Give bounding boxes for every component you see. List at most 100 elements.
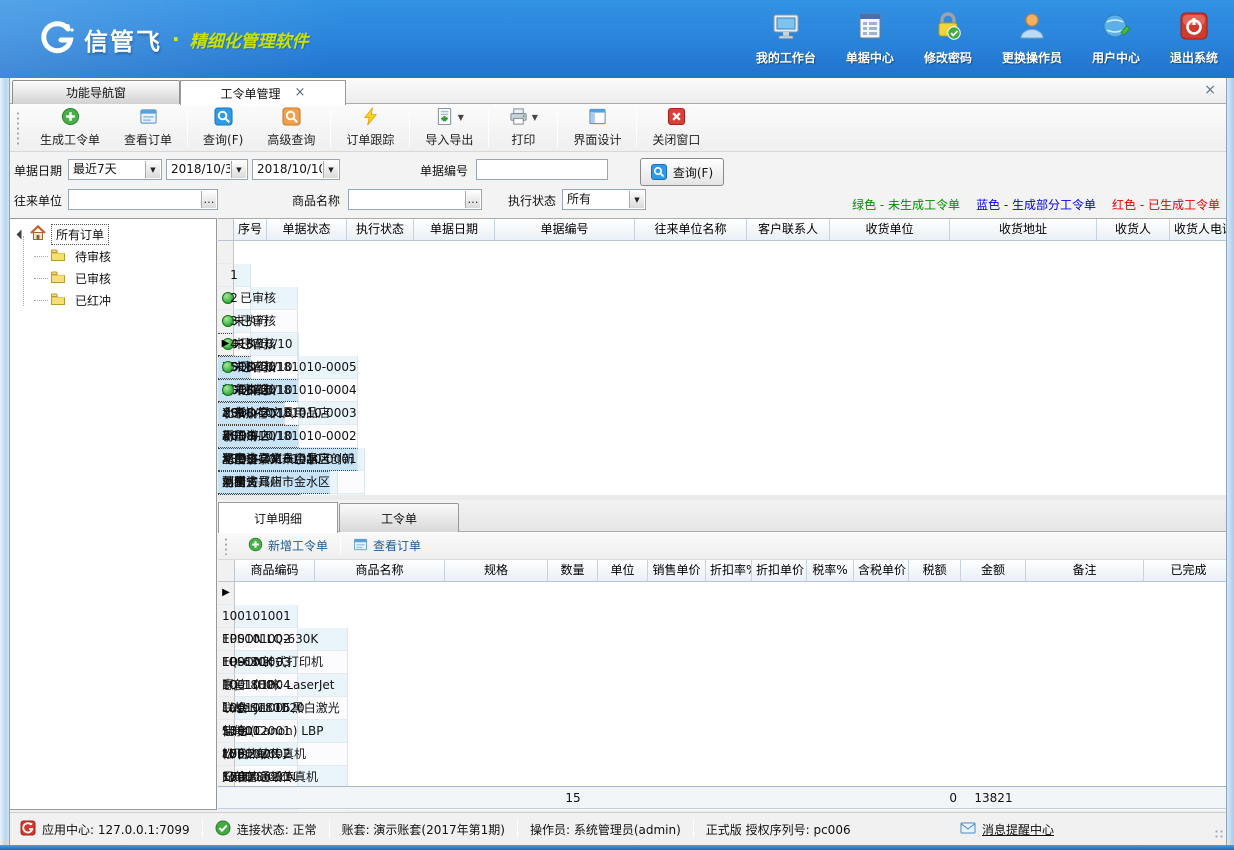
column-header[interactable]: 销售单价 <box>648 560 706 582</box>
table-row[interactable]: 100101003惠普（HP）LaserJetLaserJet 10201台17… <box>218 628 1226 651</box>
tab-workorder[interactable]: 工令单 <box>339 503 459 532</box>
column-header[interactable]: 数量 <box>548 560 598 582</box>
cell: 100101001 <box>218 605 298 628</box>
tree-item-待审核[interactable]: 待审核 <box>10 245 216 267</box>
column-header[interactable] <box>218 219 234 241</box>
import-export-button[interactable]: ▼导入导出 <box>413 105 485 151</box>
table-row[interactable]: ▶5已审核未执行2018/10/10XSDD-20181010-0001蓝猫文具… <box>218 333 1226 356</box>
table-row[interactable]: 100101004联想 S1801 黑白激光S18011台15100150150… <box>218 651 1226 674</box>
column-header[interactable]: 客户联系人 <box>747 219 830 241</box>
view-order-button[interactable]: 查看订单 <box>112 105 184 151</box>
print-button[interactable]: ▼打印 <box>492 105 554 151</box>
tab-workorder-mgmt[interactable]: 工令单管理 × <box>180 80 346 105</box>
chevron-down-icon[interactable]: ▼ <box>323 161 338 178</box>
ellipsis-picker-icon[interactable]: … <box>201 191 216 208</box>
column-header[interactable]: 已完成 <box>1144 560 1226 582</box>
chevron-down-icon[interactable]: ▼ <box>532 113 538 122</box>
column-header[interactable]: 执行状态 <box>347 219 414 241</box>
chevron-down-icon[interactable]: ▼ <box>629 191 644 208</box>
query-button[interactable]: 查询(F) <box>640 158 724 186</box>
view-order-button[interactable]: 查看订单 <box>345 534 429 558</box>
chevron-down-icon[interactable]: ▼ <box>231 161 246 178</box>
column-header[interactable]: 收货人电话 <box>1170 219 1226 241</box>
table-row[interactable]: 100102002兄弟普通纸传真机FAX-8881台17401001740017… <box>218 720 1226 743</box>
generate-workorder-button[interactable]: 生成工令单 <box>28 105 112 151</box>
document-center-button[interactable]: 单据中心 <box>846 10 894 66</box>
partner-input[interactable]: … <box>68 189 218 210</box>
column-header[interactable]: 序号 <box>234 219 267 241</box>
ui-design-button[interactable]: 界面设计 <box>561 105 633 151</box>
chevron-down-icon[interactable]: ▼ <box>458 113 464 122</box>
tree-item-已红冲[interactable]: 已红冲 <box>10 289 216 311</box>
resize-grip[interactable] <box>1214 829 1224 839</box>
column-header[interactable] <box>218 560 235 582</box>
table-row[interactable]: ▶100101001EPSON LQ-630KLQ-630K1台13001001… <box>218 582 1226 605</box>
tree-item-all-orders[interactable]: 所有订单 <box>10 223 216 245</box>
query-button[interactable]: 查询(F) <box>191 105 255 151</box>
column-header[interactable]: 单据日期 <box>414 219 495 241</box>
tabstrip-close-icon[interactable]: × <box>1204 83 1216 97</box>
detail-toolbar: 新增工令单查看订单 <box>218 532 1226 560</box>
monitor-icon <box>770 10 802 45</box>
exit-system-button[interactable]: 退出系统 <box>1170 10 1218 66</box>
column-header[interactable]: 折扣率% <box>706 560 752 582</box>
add-workorder-button[interactable]: 新增工令单 <box>240 534 336 558</box>
order-tracking-button[interactable]: 订单跟踪 <box>334 105 406 151</box>
my-workbench-button[interactable]: 我的工作台 <box>756 10 816 66</box>
button-label: 关闭窗口 <box>652 131 700 148</box>
column-header[interactable]: 折扣单价 <box>752 560 807 582</box>
order-no-label: 单据编号 <box>420 161 468 181</box>
order-no-input[interactable] <box>476 159 608 180</box>
tree-item-已审核[interactable]: 已审核 <box>10 267 216 289</box>
switch-operator-button[interactable]: 更换操作员 <box>1002 10 1062 66</box>
toolbar-grip[interactable] <box>16 111 20 145</box>
tab-close-icon[interactable]: × <box>295 88 306 98</box>
expander-icon[interactable] <box>17 229 27 239</box>
table-row[interactable]: 2已审核未执行2018/10/10XSDD-20181010-0004北京小学文… <box>218 264 1226 287</box>
tab-order-detail[interactable]: 订单明细 <box>218 502 338 533</box>
advanced-query-button[interactable]: 高级查询 <box>255 105 327 151</box>
plus-circle-icon <box>248 537 263 555</box>
table-row[interactable]: 3已审核未执行2018/10/10XSDD-20181010-0003马国涛马国… <box>218 287 1226 310</box>
column-header[interactable]: 商品名称 <box>315 560 445 582</box>
column-header[interactable]: 含税单价 <box>854 560 909 582</box>
column-header[interactable]: 单据编号 <box>495 219 635 241</box>
column-header[interactable]: 金额 <box>961 560 1026 582</box>
table-row[interactable]: 1已审核未执行2018/10/10XSDD-20181010-0005新华书店小… <box>218 241 1226 264</box>
column-header[interactable]: 单位 <box>598 560 648 582</box>
column-header[interactable]: 商品编码 <box>235 560 315 582</box>
user-center-button[interactable]: 用户中心 <box>1092 10 1140 66</box>
tab-strip: 功能导航窗 工令单管理 × × <box>10 78 1226 104</box>
column-header[interactable]: 税率% <box>807 560 854 582</box>
date-to-select[interactable]: 2018/10/10▼ <box>252 159 340 180</box>
column-header[interactable]: 单据状态 <box>267 219 347 241</box>
app-logo-icon <box>38 20 76 58</box>
toolbar-grip[interactable] <box>224 537 228 555</box>
date-from-select[interactable]: 2018/10/3▼ <box>166 159 248 180</box>
folder-icon <box>50 291 66 310</box>
toolbar-separator <box>340 537 341 555</box>
amount-total: 13821 <box>961 787 1026 809</box>
column-header[interactable]: 税额 <box>909 560 961 582</box>
table-row[interactable]: 100101002EPSON针式打印机LQ-1800K1台17501001750… <box>218 605 1226 628</box>
exec-status-select[interactable]: 所有▼ <box>562 189 646 210</box>
table-row[interactable]: 100101005佳能 (Canon) LBPLBP 29001台1501001… <box>218 674 1226 697</box>
column-header[interactable]: 规格 <box>445 560 548 582</box>
tab-nav-window[interactable]: 功能导航窗 <box>12 80 180 104</box>
close-window-button[interactable]: 关闭窗口 <box>640 105 712 151</box>
table-row[interactable]: 100102001松下热敏传真机KX-FT862CN1台150100150015… <box>218 697 1226 720</box>
app-window: 信管飞 · 精细化管理软件 我的工作台单据中心修改密码更换操作员用户中心退出系统… <box>0 0 1234 850</box>
product-input[interactable]: … <box>348 189 482 210</box>
status-message-center[interactable]: 消息提醒中心 <box>948 820 1066 839</box>
table-row[interactable]: 100103001紫光平板扫描仪Uniscan LA20001台15110015… <box>218 743 1226 766</box>
column-header[interactable]: 备注 <box>1026 560 1144 582</box>
date-preset-select[interactable]: 最近7天▼ <box>68 159 162 180</box>
column-header[interactable]: 往来单位名称 <box>635 219 747 241</box>
column-header[interactable]: 收货人 <box>1097 219 1170 241</box>
column-header[interactable]: 收货地址 <box>950 219 1097 241</box>
column-header[interactable]: 收货单位 <box>830 219 950 241</box>
ellipsis-picker-icon[interactable]: … <box>465 191 480 208</box>
table-row[interactable]: 4已审核未执行2018/10/10XSDD-20181010-0002星星文具第… <box>218 310 1226 333</box>
change-password-button[interactable]: 修改密码 <box>924 10 972 66</box>
chevron-down-icon[interactable]: ▼ <box>145 161 160 178</box>
